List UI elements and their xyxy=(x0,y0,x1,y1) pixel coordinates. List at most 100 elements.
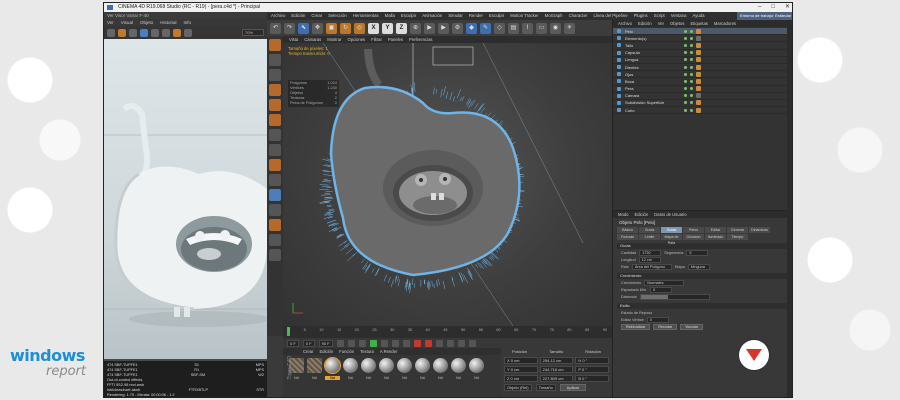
render-settings-icon[interactable]: ⚙ xyxy=(452,22,463,34)
viewport-menu-item[interactable]: Paneles xyxy=(388,36,403,43)
attribute-tab[interactable]: Límite xyxy=(639,234,660,240)
count-field[interactable]: 1730 xyxy=(639,249,662,256)
menu-item[interactable]: Esculpir xyxy=(401,12,416,20)
attribute-tab[interactable]: Oclusión xyxy=(683,234,704,240)
viewer-menu-item[interactable]: Historial xyxy=(160,19,176,26)
attribute-tab[interactable]: Básico xyxy=(617,227,638,233)
material-swatch[interactable] xyxy=(451,358,466,373)
object-row[interactable]: Subdivisión Superficie xyxy=(613,100,792,108)
close-icon[interactable]: ✕ xyxy=(785,3,790,12)
render-dot-icon[interactable] xyxy=(690,51,693,55)
visibility-dot-icon[interactable] xyxy=(684,36,687,40)
menu-item[interactable]: Plugins xyxy=(634,12,648,20)
camera-icon[interactable]: ◉ xyxy=(550,22,561,34)
visibility-dot-icon[interactable] xyxy=(684,72,687,76)
menu-item[interactable]: Herramientas xyxy=(353,12,379,20)
object-row[interactable]: Lengua xyxy=(613,57,792,64)
tag-icon[interactable] xyxy=(696,64,701,70)
menu-item[interactable]: Archivo xyxy=(271,12,285,20)
tag-icon[interactable] xyxy=(696,57,701,63)
material-menu-item[interactable]: Textura xyxy=(360,348,374,355)
material-swatch[interactable] xyxy=(307,358,322,373)
viewport-menu-item[interactable]: Cámaras xyxy=(304,36,321,43)
reinitialize-button[interactable]: Reinicializar xyxy=(621,323,651,330)
length-field[interactable]: 12 cm xyxy=(638,256,661,263)
render-icon[interactable] xyxy=(118,28,126,37)
frame-end-field[interactable]: 90 F xyxy=(318,339,333,347)
guide-edit-icon[interactable] xyxy=(269,234,281,246)
viewport-menu-item[interactable]: Filtrar xyxy=(371,36,382,43)
next-frame-icon[interactable] xyxy=(380,339,388,347)
material-label[interactable]: Mat xyxy=(361,376,376,380)
object-row[interactable]: Tallo xyxy=(613,42,792,50)
size-z-field[interactable]: 227.809 cm xyxy=(539,375,574,382)
menu-item[interactable]: Animación xyxy=(422,12,442,20)
y-axis-toggle[interactable]: Y xyxy=(382,22,393,34)
tag-icon[interactable] xyxy=(696,107,701,113)
object-row[interactable]: Boca xyxy=(613,78,792,86)
rotation-h-field[interactable]: H 0 ° xyxy=(575,357,610,364)
attribute-tab[interactable]: Dinámicas xyxy=(749,227,770,233)
grid-icon[interactable] xyxy=(184,28,192,37)
object-menu-item[interactable]: Marcadores xyxy=(714,20,736,27)
scale-key-icon[interactable] xyxy=(457,339,465,347)
growth-select[interactable]: Normales xyxy=(644,279,685,286)
material-label[interactable]: Mat xyxy=(397,376,412,380)
texture-mode-icon[interactable] xyxy=(269,69,281,81)
redo-icon[interactable]: ↷ xyxy=(284,22,295,34)
rotation-key-icon[interactable] xyxy=(468,339,476,347)
menu-item[interactable]: MoGraph xyxy=(545,12,563,20)
menu-item[interactable]: Selección xyxy=(328,12,347,20)
menu-item[interactable]: Ventana xyxy=(671,12,687,20)
tweak-icon[interactable] xyxy=(269,159,281,171)
link-button[interactable]: Vincular xyxy=(680,323,704,330)
segments-field[interactable]: 5 xyxy=(686,249,709,256)
array-icon[interactable]: ▤ xyxy=(508,22,519,34)
cube-icon[interactable]: ◆ xyxy=(466,22,477,34)
object-row[interactable]: Pera xyxy=(613,86,792,93)
attribute-tab[interactable]: Fuerzas xyxy=(617,234,638,240)
root-select[interactable]: Área del Polígono xyxy=(631,263,672,270)
visibility-dot-icon[interactable] xyxy=(684,58,687,62)
rotation-p-field[interactable]: P 0 ° xyxy=(575,366,610,373)
attribute-tab[interactable]: Generar xyxy=(727,227,748,233)
viewport-menu-item[interactable]: Opciones xyxy=(347,36,365,43)
polygons-mode-icon[interactable] xyxy=(269,129,281,141)
visibility-dot-icon[interactable] xyxy=(684,79,687,83)
attribute-menu-item[interactable]: Modo xyxy=(618,211,628,218)
render-picture-viewer-icon[interactable]: ▶ xyxy=(438,22,449,34)
viewport-menu-item[interactable]: Vista xyxy=(289,36,298,43)
material-label[interactable]: Mat xyxy=(451,376,466,380)
record-icon[interactable] xyxy=(413,339,421,347)
visibility-dot-icon[interactable] xyxy=(684,29,687,33)
attribute-tab[interactable]: Iluminado xyxy=(705,234,726,240)
render-dot-icon[interactable] xyxy=(690,108,693,112)
pen-icon[interactable]: ✎ xyxy=(480,22,491,34)
render-dot-icon[interactable] xyxy=(690,58,693,62)
tag-icon[interactable] xyxy=(696,71,701,77)
render-dot-icon[interactable] xyxy=(690,79,693,83)
render-dot-icon[interactable] xyxy=(690,36,693,40)
frame-start-field[interactable]: 0 F xyxy=(287,339,299,347)
3d-viewport[interactable]: Tamaño de píxeles: 1 Tiempo transcurrido… xyxy=(283,43,612,326)
render-dot-icon[interactable] xyxy=(690,43,693,47)
subdivision-icon[interactable]: ◇ xyxy=(494,22,505,34)
material-swatch[interactable] xyxy=(324,357,341,374)
trim-button[interactable]: Recortar xyxy=(653,323,678,330)
hair-mode-icon[interactable] xyxy=(269,219,281,231)
keyframe-selection-icon[interactable] xyxy=(435,339,443,347)
z-axis-toggle[interactable]: Z xyxy=(396,22,407,34)
viewport-menu-item[interactable]: Mostrar xyxy=(327,36,341,43)
snap-icon[interactable] xyxy=(269,174,281,186)
material-menu-item[interactable]: A Render xyxy=(380,348,397,355)
material-label[interactable]: Mat xyxy=(433,376,448,380)
min-spacing-field[interactable]: 0 xyxy=(650,286,673,293)
tag-icon[interactable] xyxy=(696,93,701,99)
object-menu-item[interactable]: Etiquetas xyxy=(690,20,707,27)
attribute-tab[interactable]: Pelos xyxy=(683,227,704,233)
material-swatch[interactable] xyxy=(379,358,394,373)
material-swatch[interactable] xyxy=(343,358,358,373)
menu-item[interactable]: Script xyxy=(654,12,665,20)
play-icon[interactable] xyxy=(369,339,377,347)
size-mode-select[interactable]: Tamaño xyxy=(535,384,556,391)
